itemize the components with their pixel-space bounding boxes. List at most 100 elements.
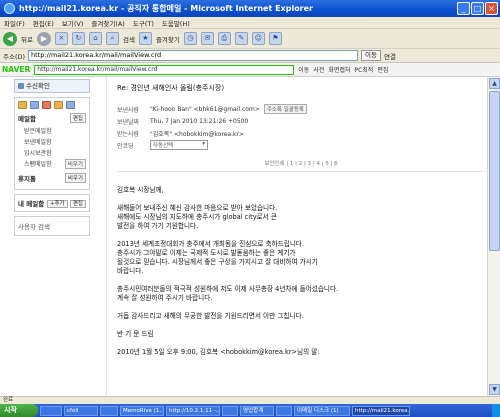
folder-trash[interactable]: 휴지통 <box>18 173 36 183</box>
back-button-label[interactable]: 뒤로 <box>21 34 33 44</box>
mail-header: 보낸사람 "Ki-hoon Ban" <bhk61@gmail.com> 주소록… <box>117 103 485 151</box>
scroll-up-icon[interactable]: ▲ <box>489 78 500 89</box>
self-mail-icon[interactable] <box>30 101 39 109</box>
encoding-row: 인코딩 자동선택 ▾ <box>117 139 485 151</box>
naver-capture-button[interactable]: 화면캡처 <box>328 65 350 74</box>
status-text: 완료 <box>3 397 14 403</box>
body-quote-header: 2010년 1월 5일 오후 9:00, 김호복 <hobokkim@korea… <box>117 348 320 356</box>
header-divider <box>117 171 485 172</box>
history-icon[interactable]: ◷ <box>183 32 197 45</box>
taskbar-item-active[interactable]: http://mail21.korea.. <box>352 405 410 416</box>
naver-edit-button[interactable]: 편집 <box>377 65 388 74</box>
vertical-scrollbar[interactable]: ▲ ▼ <box>487 77 500 396</box>
folder-drafts[interactable]: 임시보관함 <box>24 148 86 157</box>
encoding-select[interactable]: 자동선택 ▾ <box>150 140 208 150</box>
mail-icon[interactable]: ✉ <box>200 32 214 45</box>
window-title-bar: http://mail21.korea.kr - 공직자 통합메일 - Micr… <box>0 0 500 17</box>
back-arrow-icon[interactable]: ◀ <box>3 31 17 46</box>
add-folder-button[interactable]: +추가 <box>46 200 68 208</box>
add-address-button[interactable]: 주소록 일괄등록 <box>263 104 307 114</box>
user-search-label: 사용자 검색 <box>18 223 50 231</box>
settings-icon[interactable] <box>54 101 63 109</box>
from-value[interactable]: "Ki-hoon Ban" <bhk61@gmail.com> <box>150 106 260 113</box>
taskbar-item[interactable]: 이메일 디스크 (1) <box>294 405 350 416</box>
refresh-icon[interactable]: ↻ <box>71 32 85 45</box>
from-label: 보낸사람 <box>117 106 140 114</box>
home-icon[interactable]: ⌂ <box>88 32 102 45</box>
taskbar-item[interactable] <box>222 405 238 416</box>
edit-icon[interactable]: ✎ <box>234 32 248 45</box>
mail-body: 김호복 시장님께, 새해들어 보내주신 혜신 감사한 마음으로 받아 보았습니다… <box>117 186 485 357</box>
forward-arrow-icon[interactable]: ▶ <box>36 31 51 46</box>
menu-favorites[interactable]: 즐겨찾기(A) <box>91 18 124 28</box>
menu-view[interactable]: 보기(V) <box>62 18 83 28</box>
naver-pc-button[interactable]: PC최적 <box>354 65 373 74</box>
web-page: 수신확인 메일함 편집 받은메일함 보낸메일함 임시보관함 스팸메일함 비우기 휴… <box>0 77 500 396</box>
naver-search-input[interactable]: http://mail21.korea.kr/mail/mailView.crd <box>34 64 295 75</box>
window-title: http://mail21.korea.kr - 공직자 통합메일 - Micr… <box>19 4 314 13</box>
favorites-star-icon[interactable]: ★ <box>138 32 152 45</box>
scroll-thumb[interactable] <box>489 91 500 251</box>
menu-edit[interactable]: 편집(E) <box>33 18 54 28</box>
body-greeting: 김호복 시장님께, <box>117 186 164 194</box>
taskbar-item[interactable] <box>276 405 292 416</box>
taskbar: 시작 cfoli MemoRive (1.. http://10.2.1.11 … <box>0 404 500 417</box>
encoding-label: 인코딩 <box>117 142 134 150</box>
taskbar-item[interactable] <box>100 405 118 416</box>
stop-icon[interactable]: × <box>54 32 68 45</box>
edit-folder-button[interactable]: 편집 <box>69 200 86 208</box>
my-mailbox-panel: 내 메일함 +추가 편집 <box>14 194 90 212</box>
address-input[interactable]: http://mail21.korea.kr/mail/mailView.crd <box>28 50 359 61</box>
search-icon[interactable]: ⌕ <box>105 32 119 45</box>
print-icon[interactable]: ⎙ <box>217 32 231 45</box>
taskbar-item[interactable]: MemoRive (1.. <box>120 405 164 416</box>
date-value: Thu, 7 Jan 2010 13:21:26 +0500 <box>150 117 249 125</box>
folder-inbox[interactable]: 받은메일함 <box>24 126 86 135</box>
my-mailbox-header: 내 메일함 +추가 편집 <box>18 198 86 208</box>
body-signature: 반 기 문 드림 <box>117 330 154 338</box>
toolbar: ◀ 뒤로 ▶ × ↻ ⌂ ⌕ 검색 ★ 즐겨찾기 ◷ ✉ ⎙ ✎ ☺ ⚑ <box>0 29 500 49</box>
system-clock <box>492 404 500 417</box>
taskbar-item[interactable]: cfoli <box>64 405 98 416</box>
research-icon[interactable]: ⚑ <box>268 32 282 45</box>
maximize-button[interactable]: □ <box>471 2 484 15</box>
folder-spam[interactable]: 스팸메일함 비우기 <box>24 159 86 169</box>
folder-sent[interactable]: 보낸메일함 <box>24 137 86 146</box>
menu-tools[interactable]: 도구(T) <box>133 18 154 28</box>
calendar-icon[interactable] <box>66 101 75 109</box>
mail-sidebar: 수신확인 메일함 편집 받은메일함 보낸메일함 임시보관함 스팸메일함 비우기 휴… <box>14 77 98 396</box>
user-search-box[interactable]: 사용자 검색 <box>14 216 90 236</box>
menu-file[interactable]: 파일(F) <box>4 18 25 28</box>
minimize-button[interactable]: _ <box>457 2 470 15</box>
go-button[interactable]: 이동 <box>361 50 382 61</box>
mail-action-icons <box>18 101 86 109</box>
empty-trash-button[interactable]: 비우기 <box>64 173 86 183</box>
favorites-button-label[interactable]: 즐겨찾기 <box>156 34 180 44</box>
address-book-icon[interactable] <box>42 101 51 109</box>
menu-help[interactable]: 도움말(H) <box>162 18 190 28</box>
messenger-icon[interactable]: ☺ <box>251 32 265 45</box>
taskbar-item[interactable]: 영업합계 <box>240 405 274 416</box>
body-paragraph: 거듭 감사드리고 새해의 무궁한 발전을 기원드리면서 이만 그칩니다. <box>117 312 304 320</box>
write-mail-icon[interactable] <box>18 101 27 109</box>
search-button-label[interactable]: 검색 <box>123 34 135 44</box>
mailbox-edit-button[interactable]: 편집 <box>69 113 86 123</box>
taskbar-item[interactable]: http://10.2.1.11 -.. <box>166 405 220 416</box>
links-label[interactable]: 연결 <box>384 51 396 61</box>
to-label: 받는사람 <box>117 130 140 138</box>
to-value[interactable]: "김호복" <hobokkim@korea.kr> <box>150 129 244 138</box>
start-button[interactable]: 시작 <box>0 404 38 417</box>
mail-pager[interactable]: 보안인쇄 | 1 | 2 | 3 | 4 | 5 | 6 <box>117 159 485 167</box>
naver-dictionary-button[interactable]: 사전 <box>313 65 324 74</box>
scroll-down-icon[interactable]: ▼ <box>489 384 500 395</box>
taskbar-item[interactable] <box>40 405 62 416</box>
receipt-check-button[interactable]: 수신확인 <box>14 79 90 93</box>
trash-row: 휴지통 비우기 <box>18 173 86 183</box>
body-paragraph: 2013년 세계조정대회가 충주에서 개최됨을 진심으로 축하드립니다. 충주시가… <box>117 240 318 275</box>
close-button[interactable]: × <box>485 2 498 15</box>
naver-logo[interactable]: NAVER <box>2 65 30 74</box>
chevron-down-icon: ▾ <box>202 141 205 147</box>
address-bar: 주소(D) http://mail21.korea.kr/mail/mailVi… <box>0 49 500 63</box>
empty-spam-button[interactable]: 비우기 <box>64 159 86 169</box>
naver-go-button[interactable]: 이동 <box>298 65 309 74</box>
